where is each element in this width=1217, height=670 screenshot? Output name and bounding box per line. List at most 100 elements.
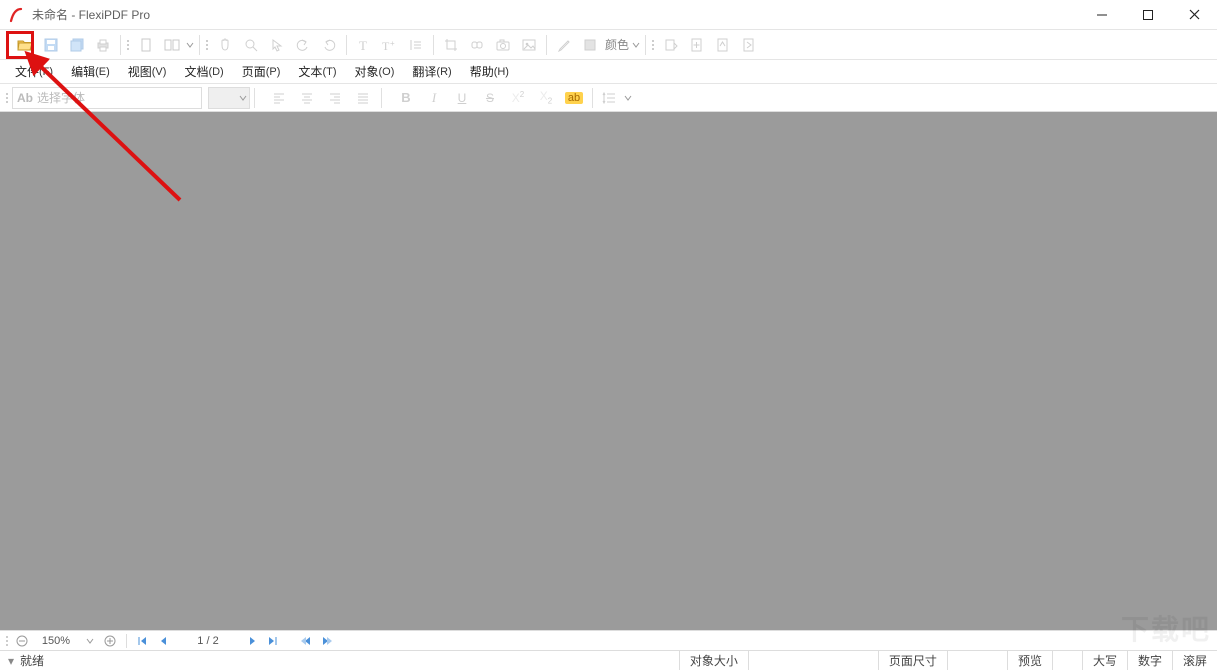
zoom-out-button[interactable] [12, 632, 32, 650]
align-justify-button[interactable] [350, 86, 376, 110]
font-placeholder: 选择字体 [37, 89, 85, 106]
status-preview[interactable]: 预览 [1007, 651, 1052, 670]
menu-file[interactable]: 文件(F) [6, 61, 62, 83]
font-size-select[interactable] [208, 87, 250, 109]
page-add-button[interactable] [685, 33, 709, 57]
zoom-tool-button[interactable] [239, 33, 263, 57]
first-page-button[interactable] [133, 632, 153, 650]
print-button[interactable] [91, 33, 115, 57]
page-up-button[interactable] [711, 33, 735, 57]
status-bar: ▾就绪 对象大小 页面尺寸 预览 大写 数字 滚屏 [0, 650, 1217, 670]
undo-button[interactable] [291, 33, 315, 57]
fill-color-button[interactable] [578, 33, 602, 57]
font-prefix: Ab [17, 91, 33, 105]
menubar: 文件(F) 编辑(E) 视图(V) 文档(D) 页面(P) 文本(T) 对象(O… [0, 60, 1217, 84]
page-indicator[interactable]: 1 / 2 [183, 635, 233, 647]
menu-document[interactable]: 文档(D) [175, 61, 232, 83]
close-button[interactable] [1171, 0, 1217, 30]
status-gap [748, 651, 878, 670]
image-button[interactable] [517, 33, 541, 57]
titlebar: 未命名 - FlexiPDF Pro [0, 0, 1217, 30]
toolbar-grip[interactable] [650, 34, 656, 56]
status-page-size: 页面尺寸 [878, 651, 947, 670]
zoom-in-button[interactable] [100, 632, 120, 650]
toolbar-grip[interactable] [125, 34, 131, 56]
link-text-button[interactable] [404, 33, 428, 57]
superscript-button[interactable]: X2 [505, 86, 531, 110]
text-plus-button[interactable]: T+ [378, 33, 402, 57]
toolbar-separator [381, 88, 382, 108]
text-tool-button[interactable]: T [352, 33, 376, 57]
minimize-button[interactable] [1079, 0, 1125, 30]
menu-page[interactable]: 页面(P) [233, 61, 290, 83]
menu-help[interactable]: 帮助(H) [461, 61, 518, 83]
save-all-button[interactable] [65, 33, 89, 57]
status-caps: 大写 [1082, 651, 1127, 670]
status-scroll: 滚屏 [1172, 651, 1217, 670]
menu-edit[interactable]: 编辑(E) [62, 61, 119, 83]
link-button[interactable] [465, 33, 489, 57]
zoom-value[interactable]: 150% [36, 635, 76, 647]
toolbar-grip[interactable] [4, 87, 10, 109]
color-dropdown[interactable] [631, 33, 641, 57]
page-right-button[interactable] [737, 33, 761, 57]
pointer-tool-button[interactable] [265, 33, 289, 57]
svg-text:T: T [359, 38, 367, 53]
open-button[interactable] [13, 33, 37, 57]
app-icon [6, 5, 26, 25]
toolbar-separator [645, 35, 646, 55]
subscript-button[interactable]: X2 [533, 86, 559, 110]
align-right-button[interactable] [322, 86, 348, 110]
history-back-button[interactable] [297, 632, 317, 650]
toolbar-grip[interactable] [4, 34, 10, 56]
text-style-group: B I U S X2 X2 ab [392, 86, 588, 110]
font-select[interactable]: Ab 选择字体 [12, 87, 202, 109]
crop-tool-button[interactable] [439, 33, 463, 57]
toolbar-separator [592, 88, 593, 108]
prev-page-button[interactable] [153, 632, 173, 650]
bold-button[interactable]: B [393, 86, 419, 110]
svg-text:T: T [382, 39, 390, 53]
next-page-button[interactable] [243, 632, 263, 650]
toolbar-grip[interactable] [204, 34, 210, 56]
menu-translate[interactable]: 翻译(R) [403, 61, 460, 83]
view-mode-dropdown[interactable] [185, 33, 195, 57]
zoom-dropdown[interactable] [80, 632, 100, 650]
color-label: 颜色 [605, 33, 629, 57]
menu-view[interactable]: 视图(V) [119, 61, 176, 83]
save-button[interactable] [39, 33, 63, 57]
italic-button[interactable]: I [421, 86, 447, 110]
toolbar-separator [546, 35, 547, 55]
toolbar-grip[interactable] [4, 634, 10, 648]
menu-text[interactable]: 文本(T) [289, 61, 345, 83]
align-left-button[interactable] [266, 86, 292, 110]
status-ready: ▾就绪 [6, 651, 54, 670]
maximize-button[interactable] [1125, 0, 1171, 30]
menu-object[interactable]: 对象(O) [345, 61, 403, 83]
toolbar-separator [199, 35, 200, 55]
line-spacing-button[interactable] [598, 86, 622, 110]
navigation-bar: 150% 1 / 2 [0, 630, 1217, 650]
last-page-button[interactable] [263, 632, 283, 650]
single-page-button[interactable] [134, 33, 158, 57]
status-gap2 [947, 651, 1007, 670]
main-toolbar: T T+ 颜色 [0, 30, 1217, 60]
svg-text:+: + [390, 39, 395, 48]
history-forward-button[interactable] [317, 632, 337, 650]
strikethrough-button[interactable]: S [477, 86, 503, 110]
eyedropper-button[interactable] [552, 33, 576, 57]
align-center-button[interactable] [294, 86, 320, 110]
document-workspace [0, 112, 1217, 630]
highlight-button[interactable]: ab [561, 86, 587, 110]
camera-button[interactable] [491, 33, 515, 57]
window-controls [1079, 0, 1217, 30]
redo-button[interactable] [317, 33, 341, 57]
two-page-button[interactable] [160, 33, 184, 57]
status-num: 数字 [1127, 651, 1172, 670]
line-spacing-dropdown[interactable] [623, 86, 633, 110]
toolbar-separator [254, 88, 255, 108]
hand-tool-button[interactable] [213, 33, 237, 57]
status-gap3 [1052, 651, 1082, 670]
export-button[interactable] [659, 33, 683, 57]
underline-button[interactable]: U [449, 86, 475, 110]
